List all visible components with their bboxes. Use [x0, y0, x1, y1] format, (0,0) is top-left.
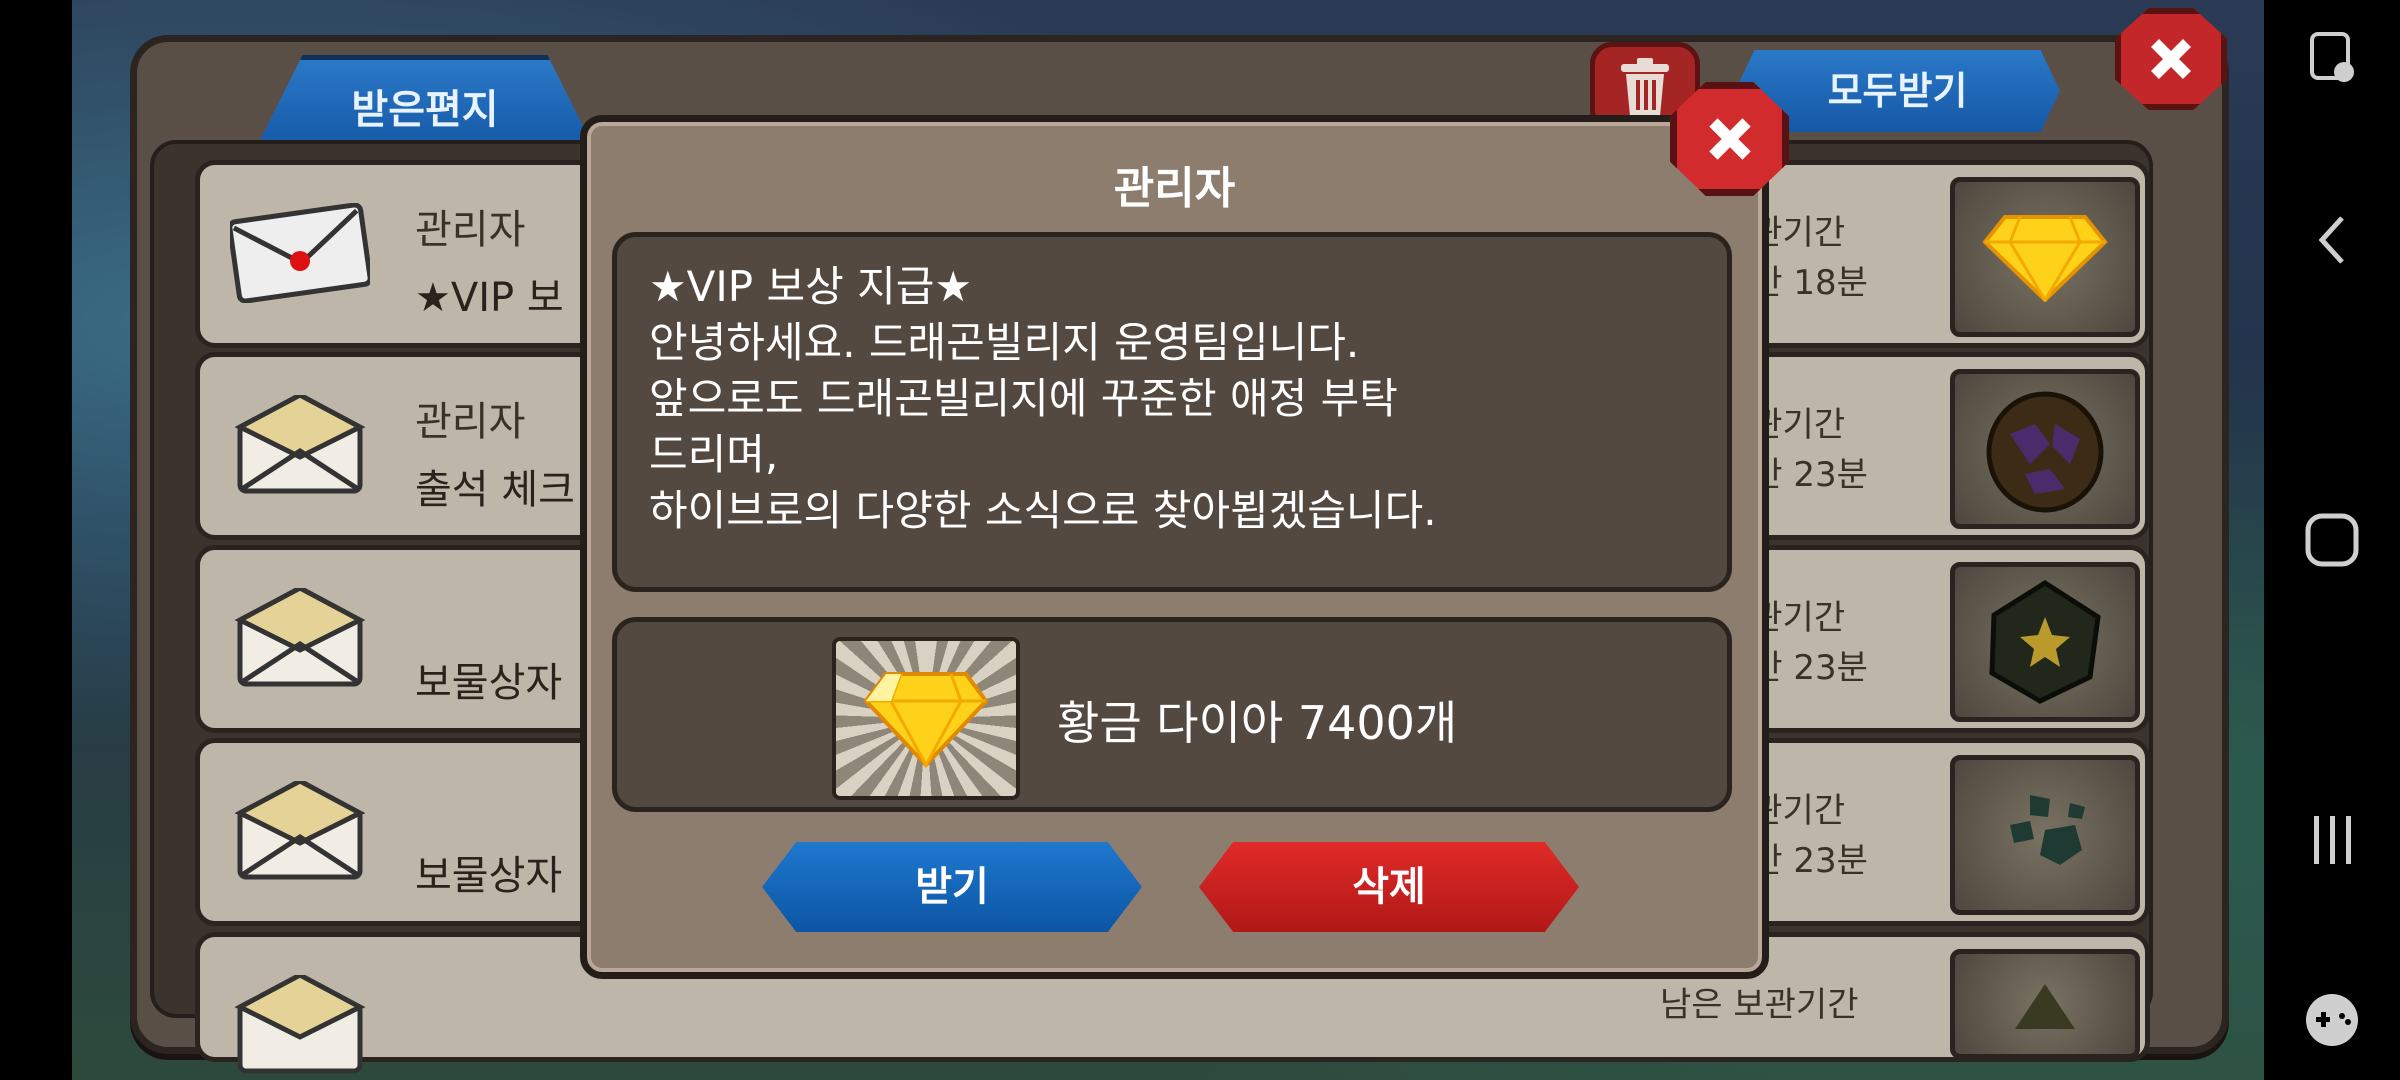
mail-reward-thumb	[1950, 562, 2140, 722]
message-line: 드리며,	[649, 430, 779, 479]
trash-icon	[1621, 58, 1669, 116]
message-line: 앞으로도 드래곤빌리지에 꾸준한 애정 부탁	[649, 374, 1398, 423]
dialog-message: ★VIP 보상 지급★ 안녕하세요. 드래곤빌리지 운영팀입니다. 앞으로도 드…	[612, 232, 1732, 592]
ore-fragments-icon	[2010, 795, 2085, 865]
mail-reward-thumb	[1950, 177, 2140, 337]
close-icon	[1708, 118, 1751, 160]
mail-reward-thumb	[1950, 369, 2140, 529]
message-line: 안녕하세요. 드래곤빌리지 운영팀입니다.	[649, 318, 1360, 367]
envelope-open-icon	[234, 588, 366, 687]
back-icon[interactable]	[2264, 210, 2400, 270]
mail-sender: 관리자	[415, 399, 526, 445]
envelope-sealed-icon	[230, 203, 370, 303]
mail-subject: 출석 체크	[415, 467, 575, 513]
reward-icon-box	[832, 637, 1020, 800]
delete-button[interactable]: 삭제	[1199, 842, 1579, 932]
envelope-open-icon	[234, 395, 366, 494]
mail-subject: ★VIP 보	[415, 275, 564, 321]
receive-button[interactable]: 받기	[762, 842, 1142, 932]
mail-sender: 관리자	[415, 207, 526, 253]
game-tools-icon[interactable]	[2264, 990, 2400, 1050]
message-line: ★VIP 보상 지급★	[649, 262, 973, 311]
mail-subject: 보물상자	[415, 660, 563, 706]
envelope-open-icon	[234, 781, 366, 880]
dark-crystal-icon	[1989, 580, 2101, 704]
mailbox-close-button[interactable]	[2115, 8, 2227, 110]
dark-egg-icon	[1986, 391, 2104, 513]
reward-box: 황금 다이아 7400개	[612, 617, 1732, 812]
tab-received-mail[interactable]: 받은편지	[255, 55, 595, 150]
mail-expire-label: 남은 보관기간	[1660, 985, 1859, 1025]
mail-detail-dialog: 관리자 ★VIP 보상 지급★ 안녕하세요. 드래곤빌리지 운영팀입니다. 앞으…	[580, 115, 1769, 979]
close-icon	[2151, 39, 2191, 79]
recent-apps-icon[interactable]	[2264, 810, 2400, 870]
home-icon[interactable]	[2264, 510, 2400, 570]
mail-subject: 보물상자	[415, 853, 563, 899]
mail-reward-thumb	[1950, 755, 2140, 915]
android-navigation-bar	[2264, 0, 2400, 1080]
gold-diamond-icon	[863, 671, 989, 768]
dialog-title: 관리자	[1113, 163, 1236, 214]
envelope-open-icon	[234, 975, 366, 1074]
screen-lock-icon[interactable]	[2264, 28, 2400, 88]
gold-diamond-icon	[1982, 215, 2108, 302]
message-line: 하이브로의 다양한 소식으로 찾아뵙겠습니다.	[649, 486, 1437, 535]
reward-label: 황금 다이아 7400개	[1057, 696, 1458, 750]
mail-reward-thumb	[1950, 949, 2140, 1059]
treasure-icon	[2015, 984, 2075, 1029]
